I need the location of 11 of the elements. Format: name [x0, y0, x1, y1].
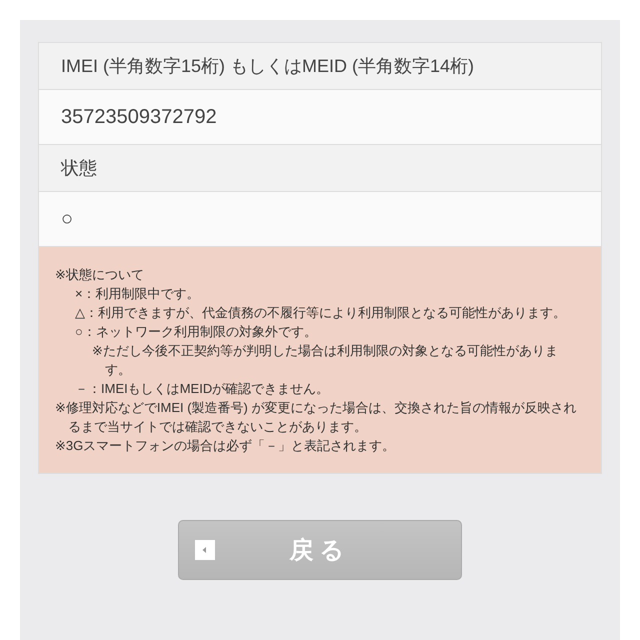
back-button[interactable]: 戻る: [178, 520, 462, 580]
note-text: △：利用できますが、代金債務の不履行等により利用制限となる可能性があります。: [75, 304, 567, 322]
note-text: ※3Gスマートフォンの場合は必ず「－」と表記されます。: [55, 437, 396, 455]
note-text: ※ただし今後不正契約等が判明した場合は利用制限の対象となる可能性があります。: [92, 342, 559, 379]
note-text: －：IMEIもしくはMEIDが確認できません。: [75, 380, 330, 398]
field-label: IMEI (半角数字15桁) もしくはMEID (半角数字14桁): [39, 43, 601, 90]
note-text: ×：利用制限中です。: [75, 285, 201, 303]
note-text: ○：ネットワーク利用制限の対象外です。: [75, 323, 318, 341]
note-text: ※状態について: [55, 266, 145, 284]
note-text: ※修理対応などでIMEI (製造番号) が変更になった場合は、交換された旨の情報が反映されるまで当サイトでは確認できないことがあります。: [55, 399, 577, 436]
field-label: 状態: [39, 145, 601, 192]
